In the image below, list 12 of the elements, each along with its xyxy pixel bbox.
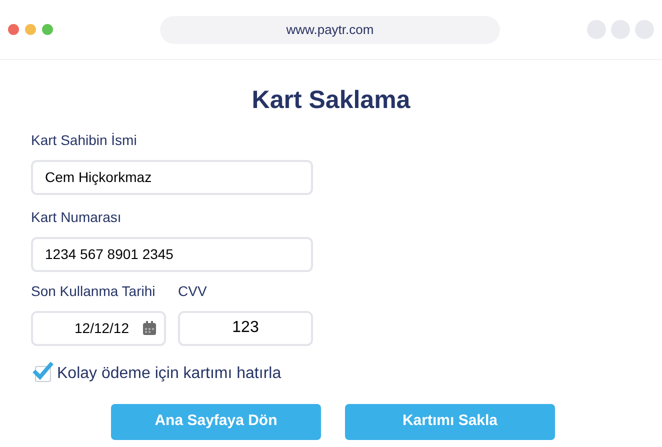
calendar-icon[interactable] — [143, 321, 156, 335]
field-label: Son Kullanma Tarihi — [31, 282, 156, 300]
checkbox-label: Kolay ödeme için kartımı hatırla — [57, 364, 282, 384]
address-bar[interactable]: www.paytr.com — [160, 16, 500, 44]
text-field[interactable]: Cem Hiçkorkmaz — [31, 160, 313, 194]
page-title: Kart Saklama — [252, 85, 410, 116]
cvv-field[interactable]: 123 — [178, 310, 313, 346]
field-label: Kart Numarası — [31, 208, 122, 226]
text-field[interactable]: 1234 567 8901 2345 — [31, 236, 313, 272]
field-label: CVV — [178, 282, 208, 300]
field-label: Kart Sahibin İsmi — [31, 130, 137, 150]
date-field[interactable]: 12/12/12 — [31, 310, 166, 346]
